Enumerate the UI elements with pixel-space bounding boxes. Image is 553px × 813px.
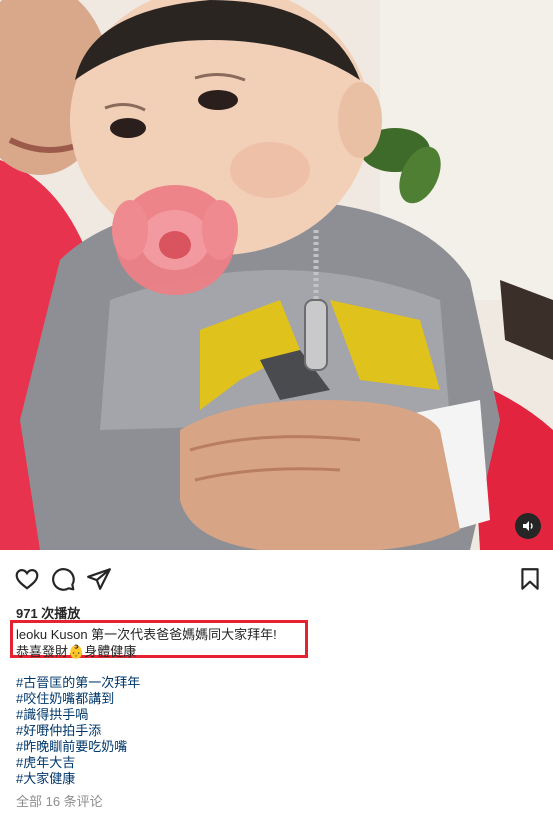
hashtag-link[interactable]: #識得拱手喎 bbox=[16, 707, 140, 723]
hashtag-link[interactable]: #好嘢仲拍手添 bbox=[16, 723, 140, 739]
caption-line-2: 恭喜發財👶身體健康 bbox=[16, 643, 306, 660]
heart-icon bbox=[15, 569, 39, 590]
hashtag-link[interactable]: #咬住奶嘴都講到 bbox=[16, 691, 140, 707]
hashtag-link[interactable]: #古晉匡的第一次拜年 bbox=[16, 675, 140, 691]
hashtag-link[interactable]: #虎年大吉 bbox=[16, 755, 140, 771]
post-caption: leoku Kuson 第一次代表爸爸媽媽同大家拜年! 恭喜發財👶身體健康 bbox=[16, 626, 306, 660]
paper-plane-icon bbox=[87, 568, 111, 590]
post-action-bar bbox=[0, 560, 553, 596]
caption-text: Kuson 第一次代表爸爸媽媽同大家拜年! bbox=[50, 627, 277, 642]
like-button[interactable] bbox=[14, 566, 40, 592]
caption-text-prefix: 恭喜發財 bbox=[16, 644, 69, 659]
save-button[interactable] bbox=[517, 566, 543, 592]
hashtag-link[interactable]: #大家健康 bbox=[16, 771, 140, 787]
video-frame bbox=[0, 0, 553, 550]
comment-button[interactable] bbox=[50, 566, 76, 592]
sound-toggle-button[interactable] bbox=[515, 513, 541, 539]
speaker-icon bbox=[523, 521, 533, 531]
bookmark-icon bbox=[521, 568, 539, 590]
hashtag-list: #古晉匡的第一次拜年 #咬住奶嘴都講到 #識得拱手喎 #好嘢仲拍手添 #昨晚瞓前… bbox=[16, 675, 140, 787]
hashtag-link[interactable]: #昨晚瞓前要吃奶嘴 bbox=[16, 739, 140, 755]
comment-bubble-icon bbox=[52, 568, 75, 591]
caption-username[interactable]: leoku bbox=[16, 627, 47, 642]
share-button[interactable] bbox=[86, 566, 112, 592]
post-video[interactable] bbox=[0, 0, 553, 550]
caption-line-1: leoku Kuson 第一次代表爸爸媽媽同大家拜年! bbox=[16, 626, 306, 643]
caption-text-suffix: 身體健康 bbox=[84, 644, 137, 659]
baby-emoji: 👶 bbox=[68, 644, 85, 659]
view-all-comments-link[interactable]: 全部 16 条评论 bbox=[16, 791, 103, 810]
